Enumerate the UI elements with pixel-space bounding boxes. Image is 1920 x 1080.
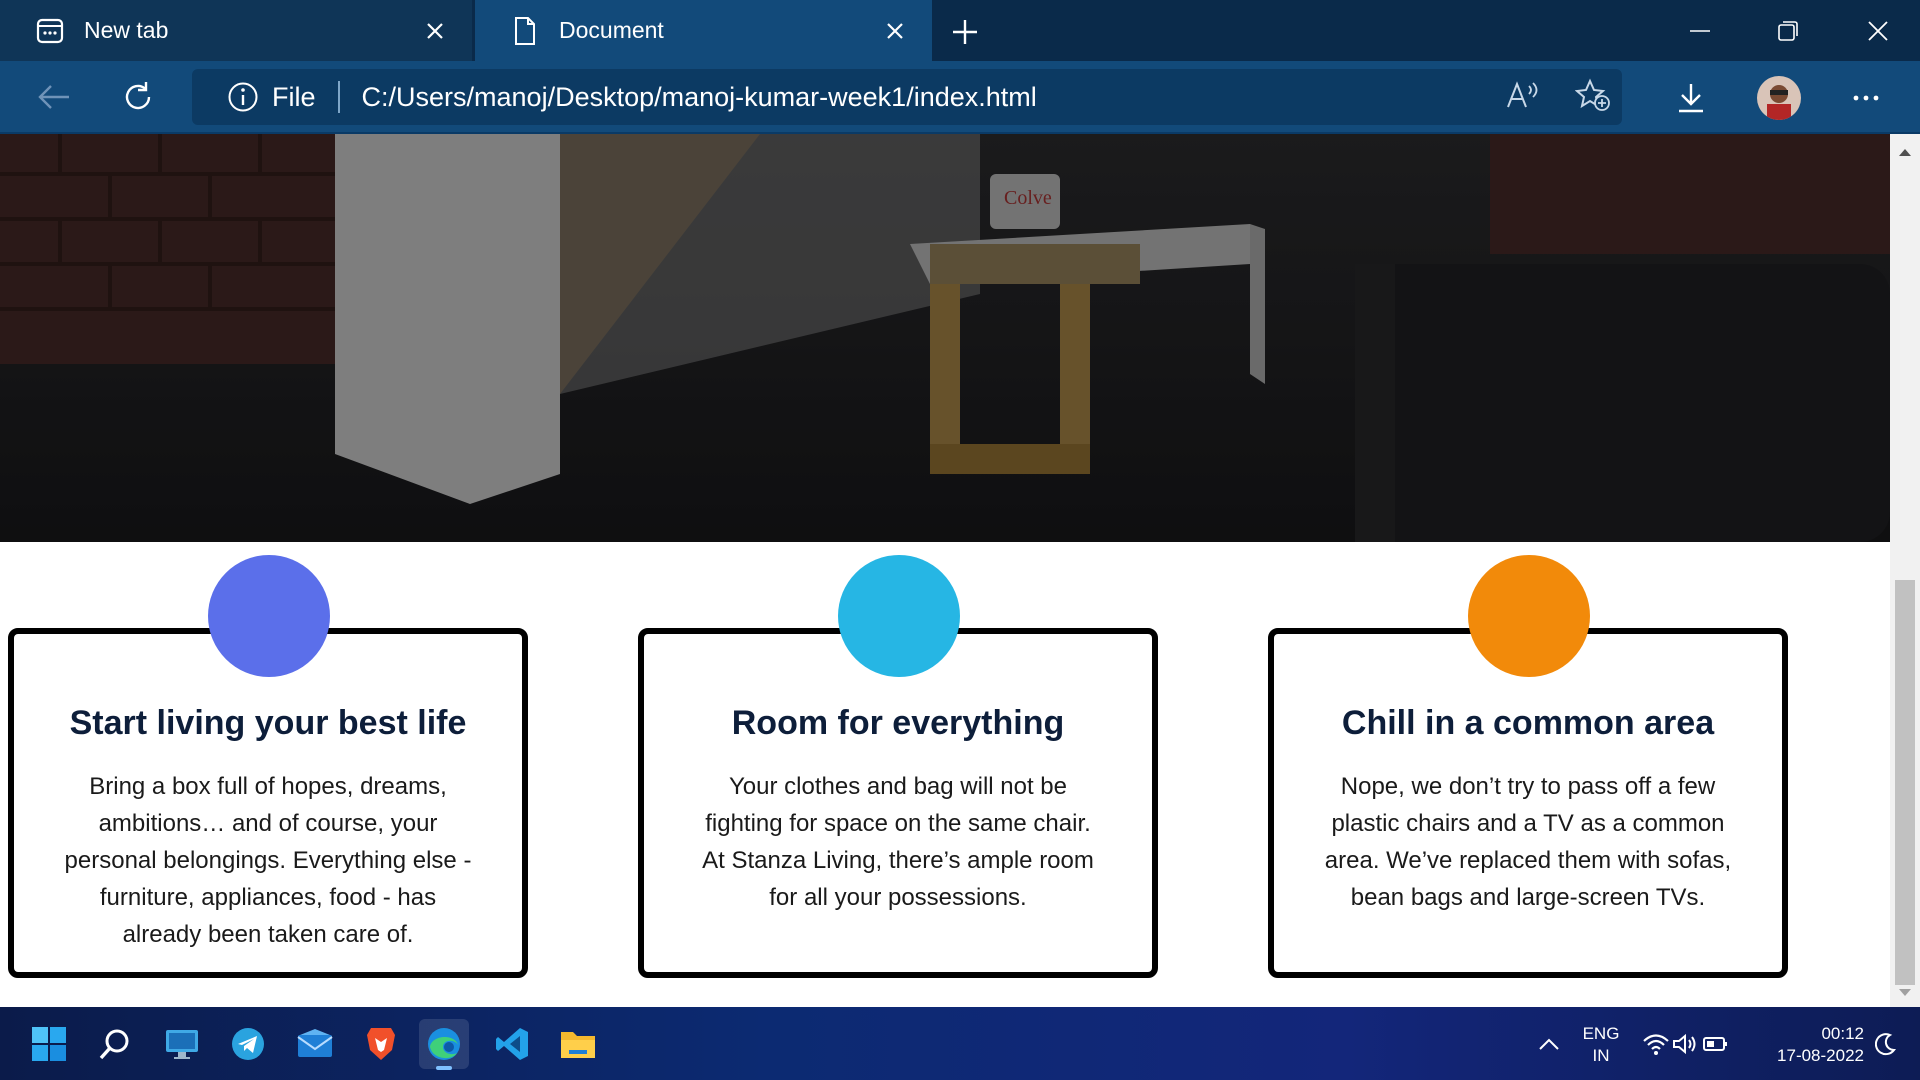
minimize-button[interactable] (1675, 10, 1725, 52)
taskbar-app-edge[interactable] (419, 1019, 469, 1070)
card-2-icon-circle (838, 555, 960, 677)
site-scheme-label[interactable]: File (272, 82, 316, 113)
language-indicator[interactable]: ENG IN (1576, 1023, 1626, 1067)
card-text: Nope, we don’t try to pass off a few pla… (1324, 773, 1732, 911)
scroll-up-arrow-icon[interactable] (1897, 146, 1913, 158)
close-window-button[interactable] (1853, 10, 1903, 52)
taskbar-app-brave[interactable] (356, 1019, 406, 1069)
clock-date: 17-08-2022 (1777, 1046, 1864, 1065)
vertical-scrollbar[interactable] (1890, 134, 1920, 1007)
taskbar-app-vscode[interactable] (487, 1019, 537, 1069)
new-tab-button[interactable] (945, 12, 985, 52)
chevron-up-icon (1539, 1038, 1559, 1050)
card-title: Room for everything (731, 704, 1065, 742)
wifi-icon (1643, 1034, 1669, 1055)
close-icon[interactable] (880, 16, 910, 46)
card-title: Chill in a common area (1341, 704, 1715, 742)
document-icon (509, 15, 541, 47)
scrollbar-thumb[interactable] (1895, 580, 1915, 985)
new-tab-page-icon (34, 15, 66, 47)
system-tray-status[interactable] (1631, 1019, 1741, 1069)
feature-card-best-life: Start living your best life Bring a box … (8, 628, 528, 978)
minimize-icon (1690, 30, 1710, 32)
scroll-down-arrow-icon[interactable] (1897, 987, 1913, 999)
start-button[interactable] (24, 1019, 74, 1069)
restore-icon (1778, 21, 1798, 41)
url-text[interactable]: C:/Users/manoj/Desktop/manoj-kumar-week1… (362, 82, 1037, 113)
more-icon (1853, 95, 1879, 101)
browser-toolbar: File C:/Users/manoj/Desktop/manoj-kumar-… (0, 61, 1920, 134)
refresh-button[interactable] (114, 75, 162, 119)
telegram-icon (232, 1028, 264, 1060)
tab-document[interactable]: Document (475, 0, 932, 61)
windows-taskbar: ENG IN 00:12 17-08-2022 (0, 1007, 1920, 1080)
read-aloud-icon (1507, 81, 1538, 108)
page-viewport: Colve Start living your best life Bring … (0, 134, 1890, 1007)
profile-button[interactable] (1754, 73, 1804, 123)
download-icon (1679, 84, 1703, 113)
taskbar-app-telegram[interactable] (223, 1019, 273, 1069)
vscode-icon (496, 1028, 528, 1060)
moon-icon (1875, 1033, 1896, 1056)
feature-card-room: Room for everything Your clothes and bag… (638, 628, 1158, 978)
desktop-icon (166, 1030, 198, 1059)
card-text: Bring a box full of hopes, dreams, ambit… (64, 773, 472, 948)
hero-image: Colve (0, 134, 1890, 542)
start-icon (32, 1027, 66, 1061)
avatar (1757, 76, 1801, 120)
restore-button[interactable] (1763, 10, 1813, 52)
brave-icon (367, 1028, 395, 1060)
settings-menu-button[interactable] (1841, 73, 1891, 123)
info-icon[interactable] (226, 80, 260, 114)
edge-icon (428, 1028, 460, 1060)
feature-card-common-area: Chill in a common area Nope, we don’t tr… (1268, 628, 1788, 978)
back-arrow-icon (38, 85, 69, 109)
search-icon (99, 1029, 129, 1060)
search-button[interactable] (90, 1019, 140, 1069)
clock[interactable]: 00:12 17-08-2022 (1754, 1023, 1864, 1067)
card-title: Start living your best life (69, 704, 467, 742)
tab-strip: New tab Document (0, 0, 1920, 61)
add-favorite-button[interactable] (1571, 73, 1615, 117)
separator (337, 81, 340, 113)
card-1-icon-circle (208, 555, 330, 677)
taskbar-app-desktop[interactable] (157, 1019, 207, 1069)
file-explorer-icon (561, 1032, 595, 1058)
language-region: IN (1592, 1046, 1610, 1065)
photo-icon: Colve (0, 134, 1890, 542)
card-text: Your clothes and bag will not be fightin… (702, 773, 1094, 911)
read-aloud-button[interactable] (1501, 73, 1545, 117)
language-code: ENG (1582, 1024, 1620, 1043)
clock-time: 00:12 (1821, 1024, 1864, 1043)
plus-icon (953, 20, 977, 44)
notifications-button[interactable] (1866, 1019, 1906, 1069)
close-icon[interactable] (420, 16, 450, 46)
battery-icon (1703, 1037, 1727, 1051)
show-hidden-icons-button[interactable] (1524, 1019, 1574, 1069)
taskbar-app-file-explorer[interactable] (553, 1019, 603, 1069)
tab-new-tab[interactable]: New tab (0, 0, 472, 61)
close-icon (1868, 21, 1888, 41)
volume-icon (1673, 1033, 1696, 1055)
refresh-icon (125, 82, 151, 110)
address-bar[interactable]: File C:/Users/manoj/Desktop/manoj-kumar-… (192, 69, 1622, 125)
taskbar-app-mail[interactable] (290, 1019, 340, 1069)
active-app-indicator (436, 1066, 452, 1070)
tab-title: New tab (84, 17, 169, 43)
downloads-button[interactable] (1666, 73, 1716, 123)
tab-title: Document (559, 17, 664, 43)
card-3-icon-circle (1468, 555, 1590, 677)
star-add-icon (1575, 78, 1610, 111)
mail-icon (297, 1029, 333, 1057)
back-button[interactable] (30, 75, 78, 119)
